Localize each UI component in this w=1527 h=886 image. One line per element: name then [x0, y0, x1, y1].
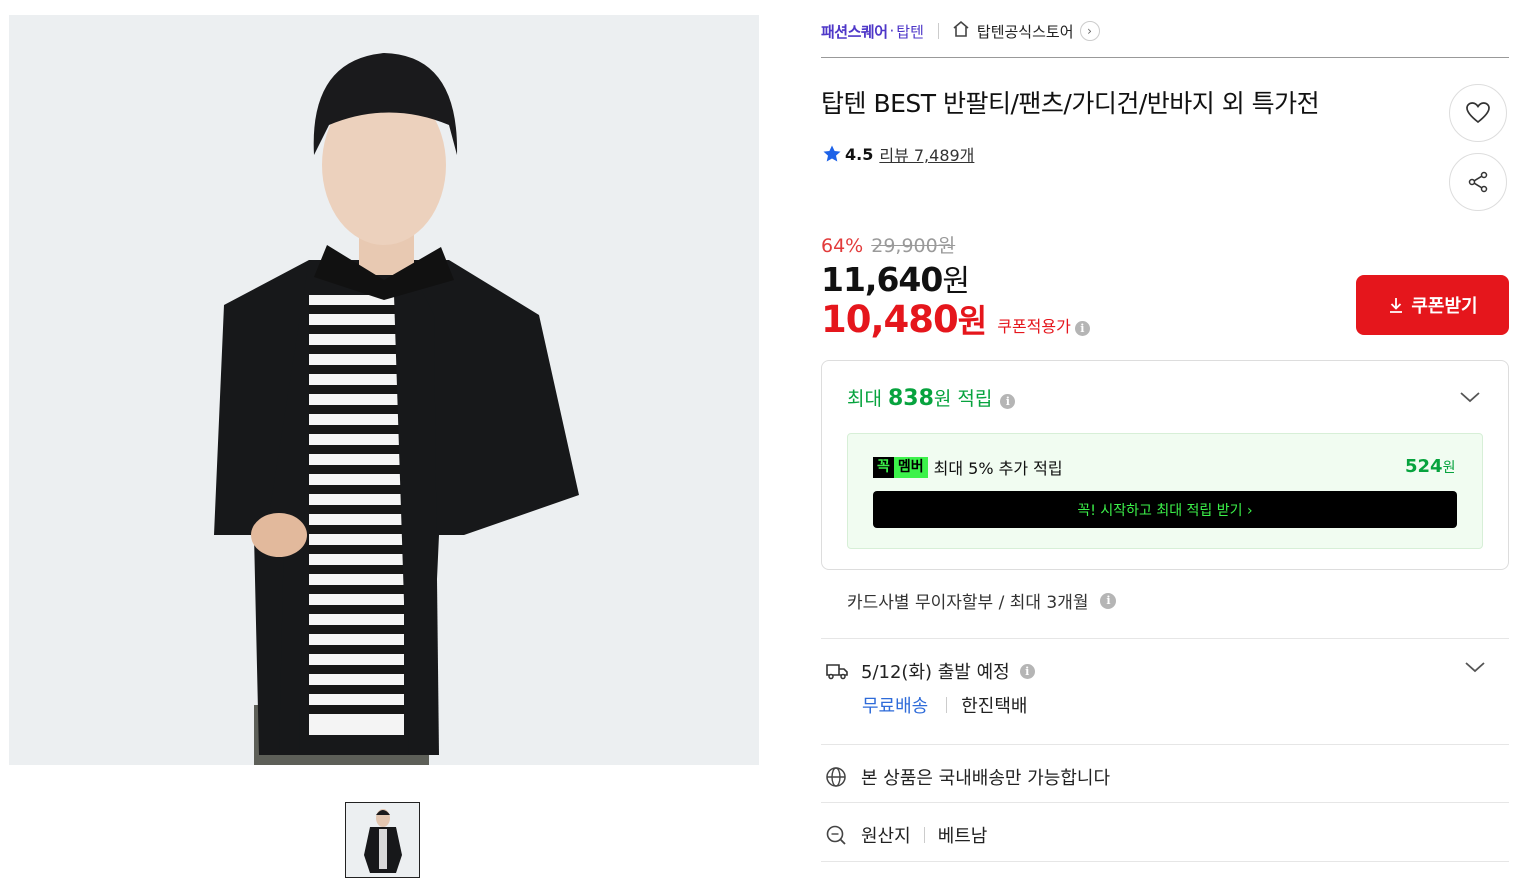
product-main-image[interactable]	[9, 15, 759, 765]
coupon-download-button[interactable]: 쿠폰받기	[1356, 275, 1509, 335]
review-count-link[interactable]: 리뷰 7,489개	[879, 142, 974, 166]
origin-label: 원산지	[861, 826, 911, 847]
star-icon	[823, 145, 841, 162]
member-point-unit: 원	[1442, 460, 1456, 476]
chevron-down-icon[interactable]	[1459, 385, 1481, 410]
original-price: 29,900원	[871, 235, 956, 257]
share-icon	[1468, 171, 1488, 193]
breadcrumb-category[interactable]: 탑텐	[896, 21, 924, 42]
wishlist-button[interactable]	[1449, 84, 1507, 142]
point-suffix: 원 적립	[933, 388, 993, 410]
point-amount: 838	[887, 386, 934, 411]
shipping-fee: 무료배송	[862, 696, 929, 717]
globe-icon	[826, 767, 846, 787]
shipping-courier: 한진택배	[961, 696, 1028, 717]
divider	[821, 57, 1509, 58]
coupon-price-value: 10,480	[821, 298, 959, 341]
breadcrumb-dot: ·	[889, 22, 895, 40]
info-icon[interactable]: i	[1074, 321, 1090, 336]
rating-score: 4.5	[845, 144, 874, 164]
divider	[821, 861, 1509, 862]
divider	[821, 638, 1509, 639]
chevron-right-icon[interactable]: ›	[1079, 21, 1100, 41]
sale-price: 11,640원	[821, 256, 970, 300]
home-icon	[951, 19, 971, 43]
origin-value: 베트남	[937, 826, 988, 847]
info-icon[interactable]: i	[1100, 592, 1117, 609]
member-badge-m: 멤버	[893, 456, 928, 478]
coupon-price-label: 쿠폰적용가	[997, 317, 1071, 336]
member-benefit-row: 꼭 멤버 최대 5% 추가 적립	[873, 455, 1063, 479]
member-join-button[interactable]: 꼭! 시작하고 최대 적립 받기 ›	[873, 491, 1457, 528]
divider	[923, 827, 925, 843]
product-thumbnail[interactable]	[345, 802, 420, 878]
member-benefit-text: 최대 5% 추가 적립	[933, 459, 1063, 478]
sale-price-unit: 원	[942, 264, 970, 299]
shipping-detail: 무료배송 한진택배	[862, 692, 1028, 718]
breadcrumb-divider	[937, 23, 939, 39]
heart-icon	[1466, 102, 1490, 124]
member-badge-k: 꼭	[873, 456, 894, 478]
search-icon	[826, 825, 846, 845]
member-point-value: 524	[1405, 456, 1443, 477]
truck-icon	[826, 664, 848, 680]
installment-info: 카드사별 무이자할부 / 최대 3개월 i	[847, 588, 1117, 613]
member-badge: 꼭 멤버	[873, 456, 928, 478]
shipping-row[interactable]: 5/12(화) 출발 예정 i	[825, 658, 1035, 684]
divider	[821, 744, 1509, 745]
info-icon[interactable]: i	[1019, 663, 1035, 679]
rating: 4.5 리뷰 7,489개	[822, 142, 974, 166]
coupon-price: 10,480 원 쿠폰적용가 i	[821, 296, 1090, 342]
breadcrumb: 패션스퀘어 · 탑텐 탑텐공식스토어 ›	[821, 18, 1100, 44]
product-title: 탑텐 BEST 반팔티/팬츠/가디건/반바지 외 특가전	[821, 89, 1320, 118]
chevron-down-icon[interactable]	[1464, 655, 1486, 680]
coupon-button-label: 쿠폰받기	[1411, 296, 1478, 317]
installment-text: 카드사별 무이자할부 / 최대 3개월	[847, 593, 1089, 613]
domestic-shipping-row: 본 상품은 국내배송만 가능합니다	[825, 764, 1110, 790]
download-icon	[1390, 298, 1403, 313]
coupon-price-unit: 원	[957, 302, 988, 340]
shipping-date: 5/12(화) 출발 예정	[861, 662, 1010, 683]
max-point-row[interactable]: 최대 838 원 적립 i	[847, 384, 1016, 411]
member-point-amount: 524원	[1405, 456, 1455, 477]
share-button[interactable]	[1449, 153, 1507, 211]
discount-percent: 64%	[821, 235, 864, 257]
domestic-text: 본 상품은 국내배송만 가능합니다	[861, 768, 1111, 789]
divider	[821, 802, 1509, 803]
divider	[946, 697, 948, 713]
point-prefix: 최대	[847, 388, 882, 410]
store-link[interactable]: 탑텐공식스토어	[977, 21, 1074, 42]
sale-price-value: 11,640	[821, 260, 943, 299]
origin-row: 원산지 베트남	[825, 822, 987, 848]
discount-row: 64% 29,900원	[821, 231, 955, 258]
breadcrumb-brand[interactable]: 패션스퀘어	[821, 21, 888, 42]
info-icon[interactable]: i	[1000, 394, 1016, 409]
